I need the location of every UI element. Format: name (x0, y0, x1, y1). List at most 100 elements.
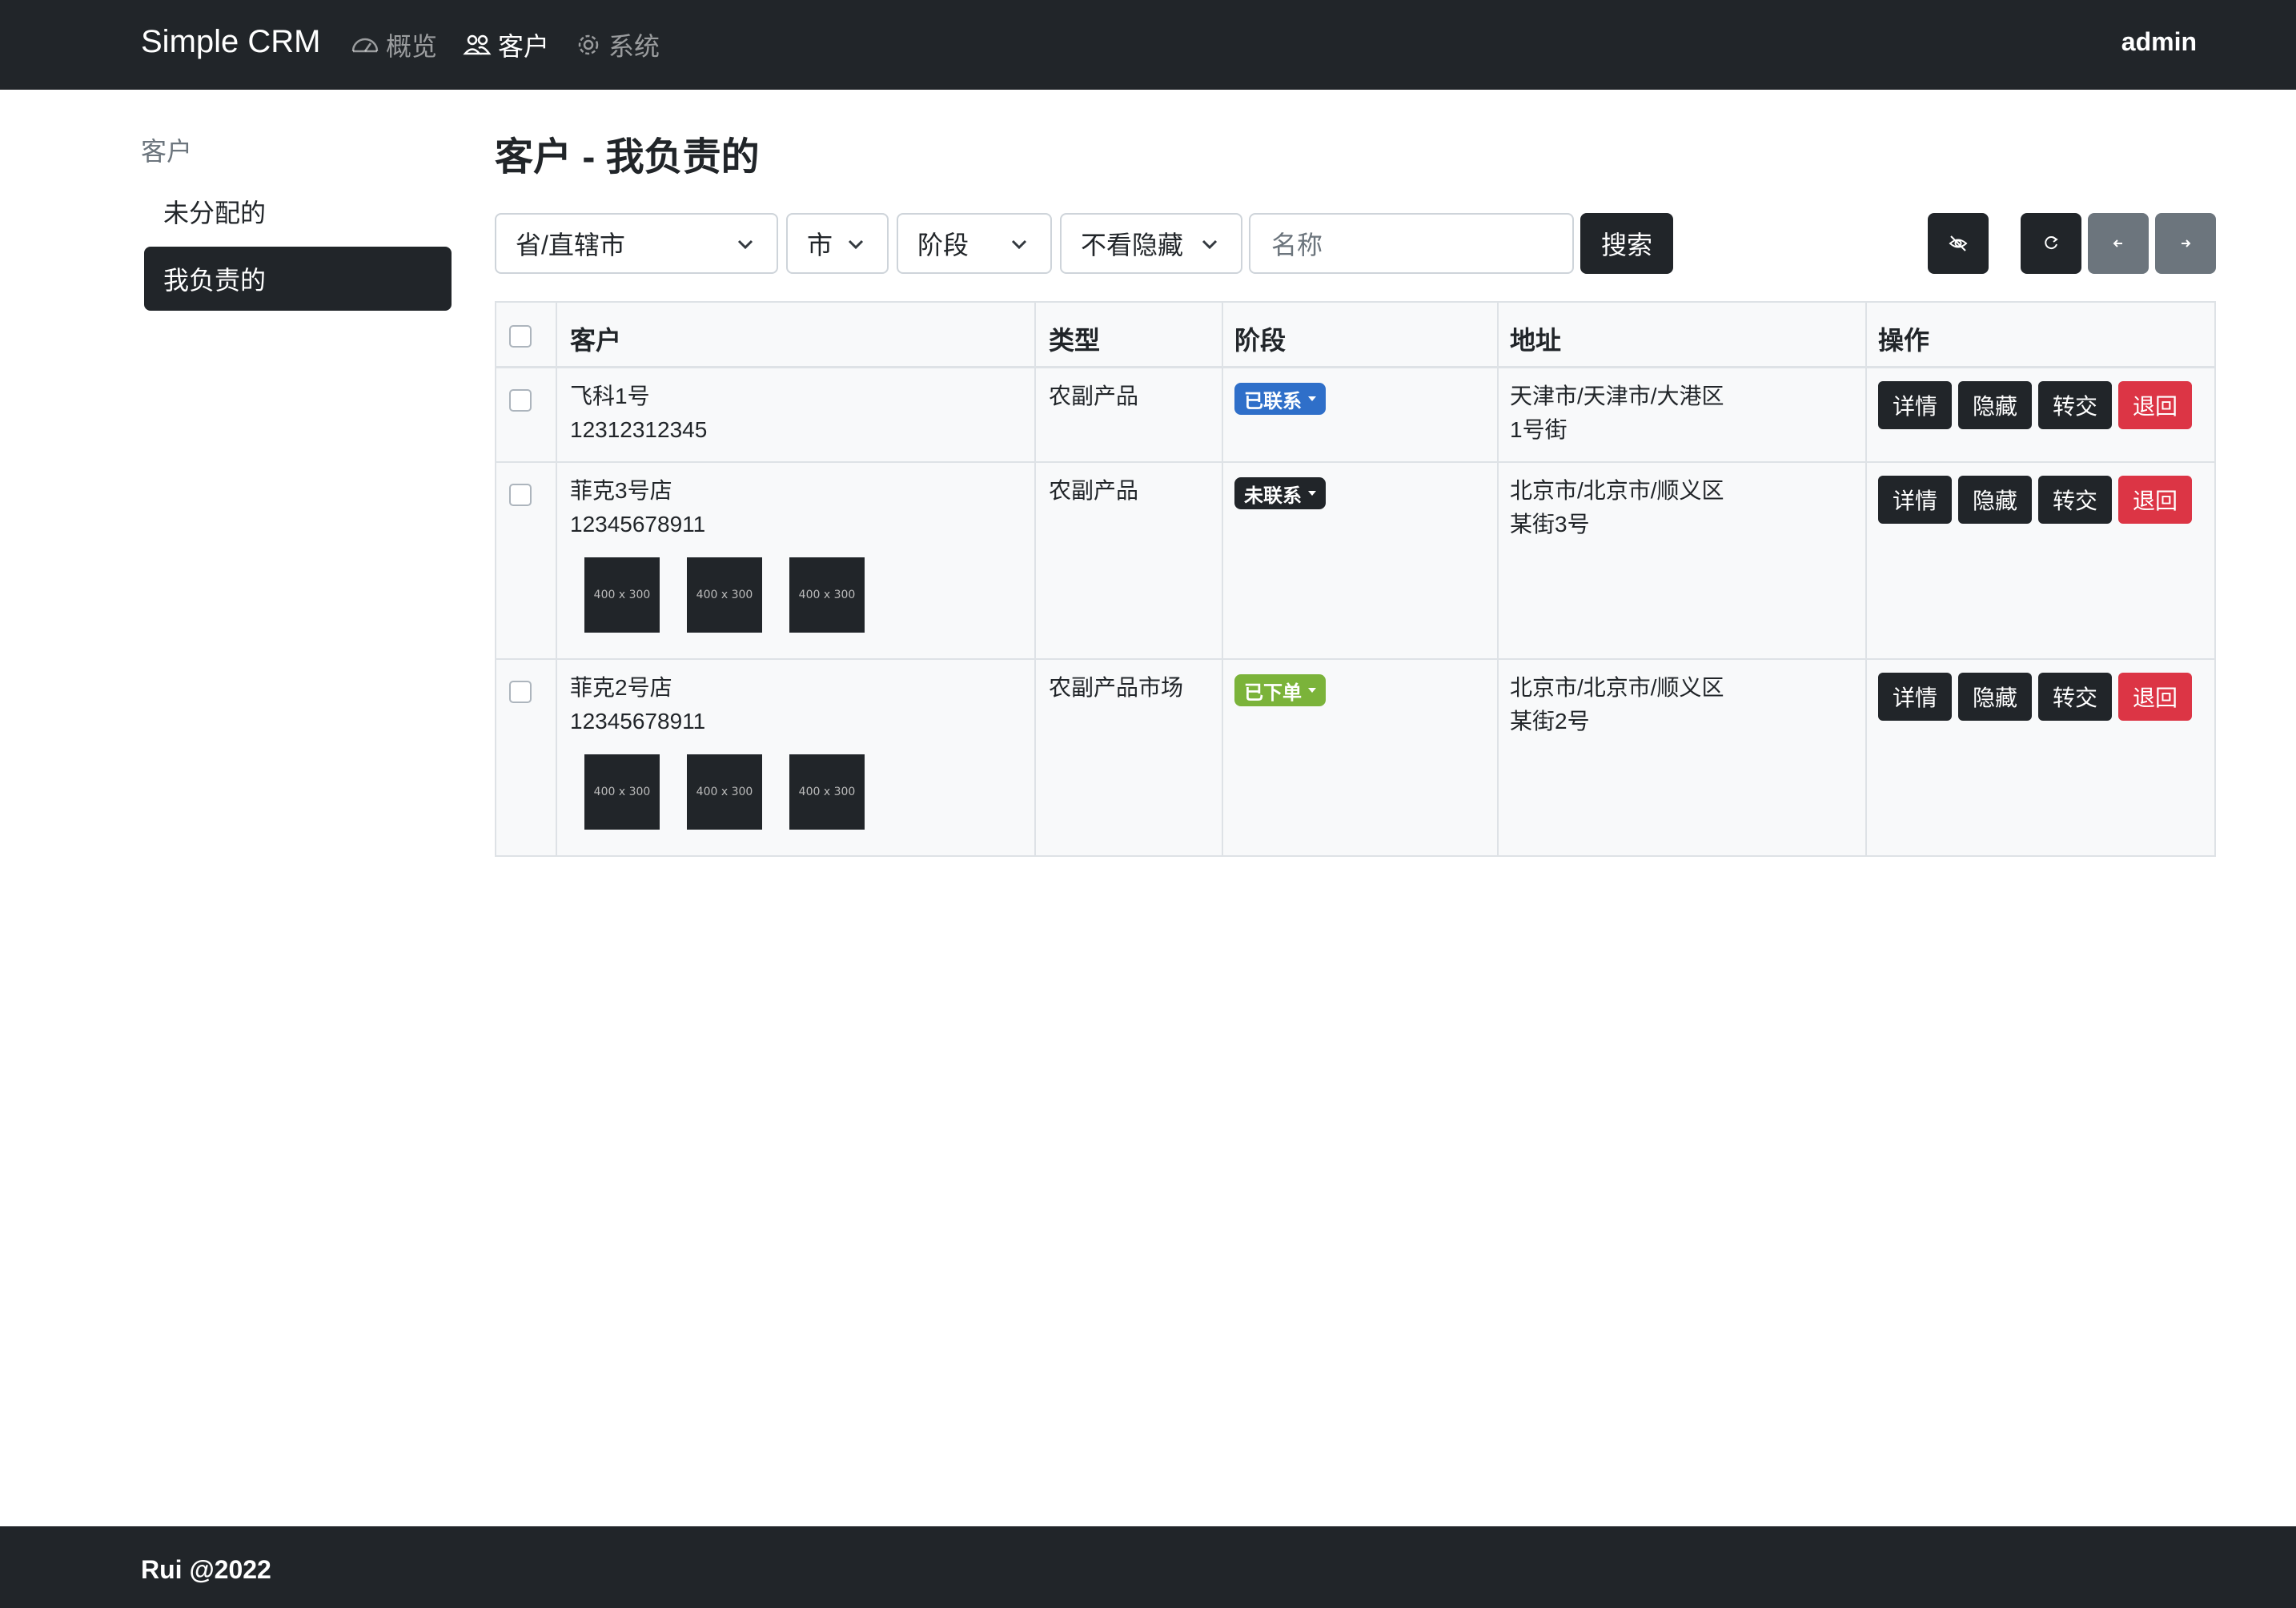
speedometer-icon (351, 38, 379, 53)
brand-logo[interactable]: Simple CRM (141, 24, 320, 60)
header-actions: 操作 (1878, 326, 1930, 355)
page-footer: Rui @2022 (0, 1526, 2296, 1608)
sidebar-item-unassigned[interactable]: 未分配的 (144, 179, 452, 243)
thumbnail-image[interactable]: 400 x 300 (584, 754, 660, 830)
customer-table: 客户 类型 阶段 地址 操作 飞科1号 12312312345 农副产品 已联系… (495, 301, 2216, 857)
arrow-right-icon (2182, 239, 2191, 247)
address-line2: 1号街 (1510, 417, 1567, 442)
hide-button[interactable]: 隐藏 (1958, 673, 2032, 721)
stage-badge-label: 未联系 (1244, 484, 1302, 507)
footer-text: Rui @2022 (141, 1555, 271, 1584)
customer-phone: 12345678911 (570, 512, 706, 537)
hidden-filter-select[interactable]: 不看隐藏 (1060, 213, 1242, 274)
column-divider (1497, 303, 1499, 855)
return-button[interactable]: 退回 (2118, 381, 2192, 429)
address-line1: 天津市/天津市/大港区 (1510, 384, 1724, 408)
caret-down-icon (1308, 491, 1316, 496)
select-all-checkbox[interactable] (509, 325, 532, 348)
stage-badge-label: 已联系 (1244, 390, 1302, 412)
chevron-down-icon (1202, 239, 1218, 250)
chevron-down-icon (1011, 239, 1027, 250)
column-divider (1865, 303, 1867, 855)
nav-item-system[interactable]: 系统 (575, 27, 660, 62)
hide-button[interactable]: 隐藏 (1958, 476, 2032, 524)
stage-badge[interactable]: 已下单 (1234, 674, 1326, 706)
thumbnail-image[interactable]: 400 x 300 (687, 557, 762, 633)
top-navbar: Simple CRM 概览 客户 系统 admin (0, 0, 2296, 90)
sidebar-item-label: 我负责的 (163, 266, 267, 295)
header-address: 地址 (1510, 326, 1562, 355)
details-button[interactable]: 详情 (1878, 476, 1952, 524)
customer-name[interactable]: 菲克3号店 (570, 474, 672, 508)
transfer-button[interactable]: 转交 (2038, 381, 2112, 429)
thumbnail-image[interactable]: 400 x 300 (789, 754, 865, 830)
row-checkbox[interactable] (509, 484, 532, 506)
province-select[interactable]: 省/直辖市 (495, 213, 778, 274)
row-divider (496, 461, 2214, 463)
return-button[interactable]: 退回 (2118, 673, 2192, 721)
nav-item-customers[interactable]: 客户 (463, 27, 549, 62)
refresh-button[interactable] (2021, 213, 2081, 274)
thumbnail-image[interactable]: 400 x 300 (687, 754, 762, 830)
customer-phone: 12345678911 (570, 709, 706, 734)
customer-type: 农副产品 (1049, 384, 1139, 408)
hidden-filter-value: 不看隐藏 (1081, 231, 1184, 259)
user-menu[interactable]: admin (2121, 27, 2197, 57)
header-type: 类型 (1049, 326, 1101, 355)
transfer-button[interactable]: 转交 (2038, 673, 2112, 721)
province-select-value: 省/直辖市 (516, 231, 625, 259)
transfer-button[interactable]: 转交 (2038, 476, 2112, 524)
refresh-icon (2045, 236, 2058, 250)
city-select-value: 市 (807, 231, 833, 259)
name-search-placeholder: 名称 (1271, 231, 1323, 259)
chevron-down-icon (848, 239, 864, 250)
name-search-input[interactable]: 名称 (1249, 213, 1574, 274)
nav-item-overview[interactable]: 概览 (351, 27, 437, 62)
customer-phone: 12312312345 (570, 417, 708, 442)
nav-item-label: 客户 (498, 32, 550, 61)
stage-select[interactable]: 阶段 (897, 213, 1052, 274)
column-divider (1034, 303, 1036, 855)
stage-badge-label: 已下单 (1244, 681, 1302, 704)
row-checkbox[interactable] (509, 681, 532, 703)
customer-name[interactable]: 飞科1号 (570, 380, 650, 413)
details-button[interactable]: 详情 (1878, 673, 1952, 721)
chevron-down-icon (737, 239, 753, 250)
thumbnail-image[interactable]: 400 x 300 (789, 557, 865, 633)
customer-type: 农副产品 (1049, 478, 1139, 503)
sidebar-item-mine[interactable]: 我负责的 (144, 247, 452, 311)
search-button-label: 搜索 (1600, 231, 1652, 259)
details-button[interactable]: 详情 (1878, 381, 1952, 429)
eye-slash-icon (1949, 235, 1968, 251)
header-stage: 阶段 (1234, 326, 1286, 355)
return-button[interactable]: 退回 (2118, 476, 2192, 524)
people-icon (463, 34, 492, 55)
arrow-left-icon (2113, 239, 2122, 247)
sidebar-heading: 客户 (141, 137, 193, 166)
caret-down-icon (1308, 396, 1316, 401)
row-checkbox[interactable] (509, 389, 532, 412)
search-button[interactable]: 搜索 (1580, 213, 1673, 274)
thumbnail-image[interactable]: 400 x 300 (584, 557, 660, 633)
stage-badge[interactable]: 已联系 (1234, 383, 1326, 415)
gear-icon (578, 34, 599, 55)
address-line1: 北京市/北京市/顺义区 (1510, 675, 1724, 700)
nav-item-label: 概览 (386, 32, 438, 61)
column-divider (556, 303, 557, 855)
table-header-row (496, 303, 2214, 368)
header-customer: 客户 (570, 326, 622, 355)
toggle-hidden-button[interactable] (1928, 213, 1989, 274)
stage-select-value: 阶段 (917, 231, 969, 259)
hide-button[interactable]: 隐藏 (1958, 381, 2032, 429)
nav-item-label: 系统 (608, 32, 660, 61)
customer-name[interactable]: 菲克2号店 (570, 671, 672, 705)
address-line1: 北京市/北京市/顺义区 (1510, 478, 1724, 503)
customer-type: 农副产品市场 (1049, 675, 1184, 700)
stage-badge[interactable]: 未联系 (1234, 477, 1326, 509)
city-select[interactable]: 市 (786, 213, 889, 274)
row-divider (496, 658, 2214, 660)
sidebar-item-label: 未分配的 (163, 199, 267, 227)
column-divider (1222, 303, 1223, 855)
prev-page-button[interactable] (2088, 213, 2149, 274)
next-page-button[interactable] (2155, 213, 2216, 274)
